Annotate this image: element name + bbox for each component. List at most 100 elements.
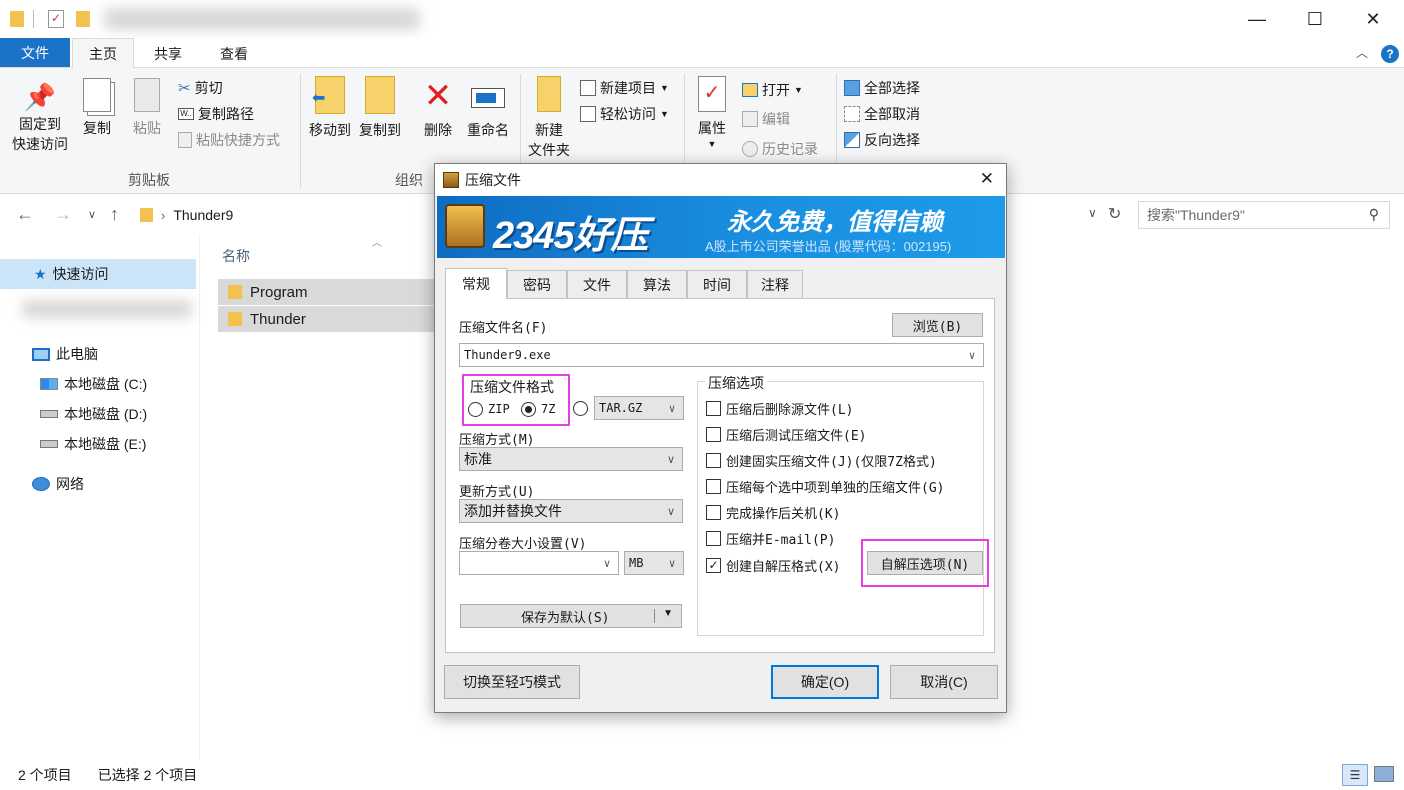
sidebar-item-network[interactable]: 网络 — [32, 469, 84, 499]
delete-button[interactable]: ✕ 删除 — [418, 76, 458, 140]
rename-icon — [471, 88, 505, 108]
new-item-icon — [580, 80, 596, 96]
sfx-options-button[interactable]: 自解压选项(N) — [867, 551, 983, 575]
address-dropdown-button[interactable]: ∨ — [1088, 206, 1097, 220]
cut-button[interactable]: ✂ 剪切 — [178, 76, 223, 100]
open-button[interactable]: 打开 ▼ — [742, 78, 803, 102]
column-header-name[interactable]: 名称 — [222, 246, 250, 266]
checkbox-checked[interactable]: ✓ — [706, 557, 721, 573]
tab-algorithm[interactable]: 算法 — [627, 270, 687, 298]
properties-quick-icon[interactable]: ✓ — [48, 10, 64, 28]
thumbnail-view-button[interactable] — [1374, 766, 1394, 782]
up-button[interactable]: ↑ — [110, 204, 119, 225]
format-zip-radio[interactable]: ZIP — [468, 399, 510, 419]
tab-comment[interactable]: 注释 — [747, 270, 803, 298]
option-label: 创建固实压缩文件(J)(仅限7Z格式) — [726, 454, 937, 470]
option-sfx[interactable]: ✓ 创建自解压格式(X) — [706, 555, 840, 575]
option-shutdown[interactable]: 完成操作后关机(K) — [706, 502, 840, 522]
sidebar-item-this-pc[interactable]: 此电脑 — [32, 339, 98, 369]
maximize-button[interactable]: ☐ — [1286, 0, 1344, 38]
invert-selection-button[interactable]: 反向选择 — [844, 128, 920, 152]
new-folder-quick-icon[interactable] — [76, 11, 90, 27]
checkbox[interactable] — [706, 504, 721, 520]
tab-password[interactable]: 密码 — [507, 270, 567, 298]
help-icon[interactable]: ? — [1381, 45, 1399, 63]
paste-button[interactable]: 粘贴 — [126, 78, 168, 138]
dropdown-arrow-icon: ▼ — [660, 109, 669, 119]
address-box[interactable]: › Thunder9 — [134, 201, 434, 229]
checkbox[interactable] — [706, 530, 721, 546]
sidebar-item-drive-d[interactable]: 本地磁盘 (D:) — [40, 399, 147, 429]
split-unit-select[interactable]: MB ∨ — [624, 551, 684, 575]
easy-access-icon — [580, 106, 596, 122]
sidebar-item-drive-c[interactable]: 本地磁盘 (C:) — [40, 369, 147, 399]
ok-button[interactable]: 确定(O) — [771, 665, 879, 699]
checkbox[interactable] — [706, 452, 721, 468]
move-to-button[interactable]: ⬅ 移动到 — [306, 76, 354, 140]
browse-button[interactable]: 浏览(B) — [892, 313, 983, 337]
paste-shortcut-button[interactable]: 粘贴快捷方式 — [178, 128, 280, 152]
radio-7z[interactable] — [521, 401, 536, 417]
tab-view[interactable]: 查看 — [204, 38, 264, 69]
tab-file[interactable]: 文件 — [0, 38, 70, 67]
minimize-button[interactable]: — — [1228, 0, 1286, 38]
select-none-button[interactable]: 全部取消 — [844, 102, 920, 126]
tab-home[interactable]: 主页 — [72, 38, 134, 69]
checkbox[interactable] — [706, 478, 721, 494]
move-to-label: 移动到 — [309, 122, 351, 138]
targz-format-select[interactable]: TAR.GZ ∨ — [594, 396, 684, 420]
tab-general[interactable]: 常规 — [445, 268, 507, 299]
sidebar-item-quick-access[interactable]: ★ 快速访问 — [0, 259, 196, 289]
group-label-organize: 组织 — [395, 172, 423, 188]
copy-button[interactable]: 复制 — [76, 78, 118, 138]
radio-zip[interactable] — [468, 401, 483, 417]
checkbox[interactable] — [706, 400, 721, 416]
haozip-logo-icon — [445, 204, 485, 248]
dialog-close-button[interactable]: ✕ — [980, 169, 994, 189]
sidebar-item-drive-e[interactable]: 本地磁盘 (E:) — [40, 429, 146, 459]
rename-label: 重命名 — [467, 122, 509, 138]
archive-name-combo[interactable]: Thunder9.exe ∨ — [459, 343, 984, 367]
format-targz-radio[interactable] — [573, 401, 588, 416]
properties-label: 属性 — [698, 120, 726, 136]
details-view-button[interactable]: ☰ — [1342, 764, 1368, 786]
tab-time[interactable]: 时间 — [687, 270, 747, 298]
select-all-button[interactable]: 全部选择 — [844, 76, 920, 100]
option-delete-source[interactable]: 压缩后删除源文件(L) — [706, 398, 853, 418]
edit-button[interactable]: 编辑 — [742, 107, 790, 131]
pin-quick-access-button[interactable]: 📌 固定到 快速访问 — [6, 80, 74, 154]
new-item-button[interactable]: 新建项目 ▼ — [580, 76, 669, 100]
forward-button[interactable]: → — [54, 204, 72, 225]
option-solid-archive[interactable]: 创建固实压缩文件(J)(仅限7Z格式) — [706, 450, 937, 470]
close-button[interactable]: ✕ — [1344, 0, 1402, 38]
file-list-item[interactable]: Program — [218, 279, 434, 305]
copy-to-button[interactable]: 复制到 — [356, 76, 404, 140]
easy-access-button[interactable]: 轻松访问 ▼ — [580, 102, 669, 126]
back-button[interactable]: ← — [16, 204, 34, 225]
tab-files[interactable]: 文件 — [567, 270, 627, 298]
copy-path-button[interactable]: W.. 复制路径 — [178, 102, 254, 126]
refresh-button[interactable]: ↻ — [1108, 204, 1121, 224]
save-default-button[interactable]: 保存为默认(S) ▼ — [460, 604, 682, 628]
update-select[interactable]: 添加并替换文件 ∨ — [459, 499, 683, 523]
collapse-ribbon-icon[interactable]: ︿ — [1356, 44, 1368, 61]
option-separate-archives[interactable]: 压缩每个选中项到单独的压缩文件(G) — [706, 476, 944, 496]
file-list-item[interactable]: Thunder — [218, 306, 434, 332]
new-folder-button[interactable]: 新建 文件夹 — [524, 76, 574, 160]
search-input[interactable]: 搜索"Thunder9" ⚲ — [1138, 201, 1390, 229]
option-email[interactable]: 压缩并E-mail(P) — [706, 528, 835, 548]
update-value: 添加并替换文件 — [464, 503, 562, 519]
method-select[interactable]: 标准 ∨ — [459, 447, 683, 471]
history-button[interactable]: 历史记录 — [742, 137, 818, 161]
tab-share[interactable]: 共享 — [140, 38, 196, 69]
pin-icon: 📌 — [23, 82, 57, 112]
switch-light-mode-button[interactable]: 切换至轻巧模式 — [444, 665, 580, 699]
checkbox[interactable] — [706, 426, 721, 442]
cancel-button[interactable]: 取消(C) — [890, 665, 998, 699]
format-7z-radio[interactable]: 7Z — [521, 399, 555, 419]
properties-button[interactable]: ✓ 属性 ▼ — [690, 76, 734, 150]
rename-button[interactable]: 重命名 — [464, 76, 512, 140]
recent-locations-button[interactable]: ∨ — [88, 208, 96, 221]
split-size-combo[interactable]: ∨ — [459, 551, 619, 575]
option-test-archive[interactable]: 压缩后测试压缩文件(E) — [706, 424, 866, 444]
